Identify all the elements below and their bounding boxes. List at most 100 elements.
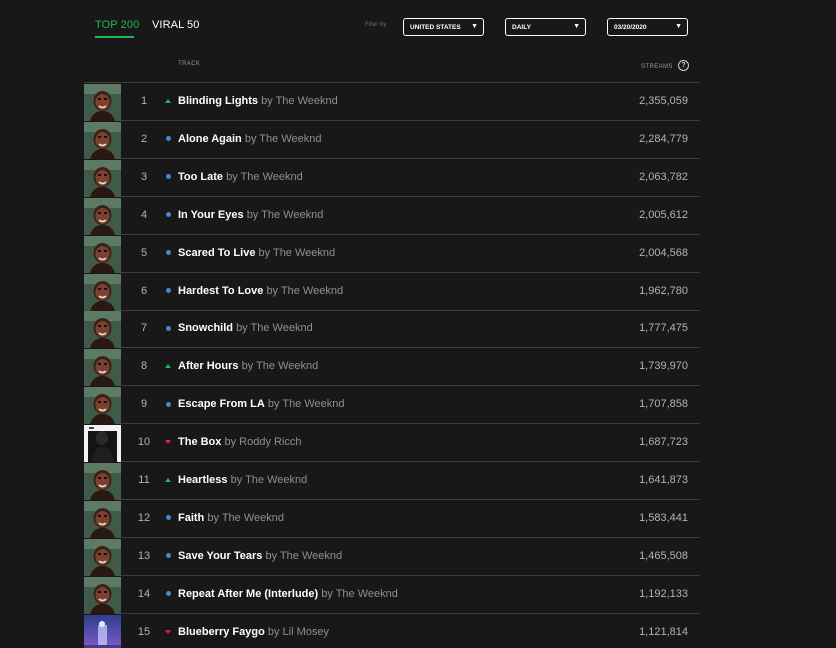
table-row[interactable]: 9 Escape From LA by The Weeknd 1,707,858 [84, 386, 700, 425]
track-info: Scared To Live by The Weeknd [178, 247, 335, 259]
table-row[interactable]: 7 Snowchild by The Weeknd 1,777,475 [84, 310, 700, 349]
album-art[interactable] [84, 84, 121, 121]
rank-number: 4 [140, 208, 148, 221]
table-row[interactable]: 10 The Box by Roddy Ricch 1,687,723 [84, 424, 700, 463]
album-art[interactable] [84, 349, 121, 387]
track-artist[interactable]: by The Weeknd [268, 398, 345, 410]
album-art[interactable] [84, 576, 121, 614]
album-art[interactable] [84, 273, 121, 311]
rank-number: 10 [137, 436, 151, 449]
stream-count: 2,005,612 [639, 208, 688, 221]
track-name[interactable]: Blinding Lights [178, 95, 258, 107]
track-name[interactable]: Hardest To Love [178, 285, 263, 297]
table-row[interactable]: 4 In Your Eyes by The Weeknd 2,005,612 [84, 197, 700, 235]
album-art[interactable] [84, 197, 121, 235]
album-art[interactable] [84, 463, 121, 500]
album-art[interactable] [84, 425, 121, 463]
chevron-down-icon: ▼ [471, 23, 478, 30]
track-name[interactable]: Too Late [178, 171, 223, 183]
track-info: The Box by Roddy Ricch [178, 436, 302, 448]
table-row[interactable]: 3 Too Late by The Weeknd 2,063,782 [84, 159, 700, 197]
track-name[interactable]: Faith [178, 512, 204, 524]
track-artist[interactable]: by The Weeknd [242, 360, 319, 372]
chevron-down-icon: ▼ [573, 23, 580, 30]
track-name[interactable]: In Your Eyes [178, 209, 244, 221]
track-artist[interactable]: by The Weeknd [259, 247, 336, 259]
track-name[interactable]: Snowchild [178, 322, 233, 334]
track-artist[interactable]: by Lil Mosey [268, 626, 329, 638]
track-artist[interactable]: by The Weeknd [226, 171, 303, 183]
frequency-dropdown[interactable]: DAILY ▼ [505, 18, 586, 36]
track-name[interactable]: Scared To Live [178, 247, 255, 259]
rank-number: 11 [138, 474, 150, 486]
no-change-dot-icon [164, 323, 172, 333]
date-dropdown[interactable]: 03/20/2020 ▼ [607, 18, 688, 36]
track-info: Snowchild by The Weeknd [178, 322, 313, 334]
track-artist[interactable]: by The Weeknd [231, 474, 308, 486]
track-artist[interactable]: by The Weeknd [321, 588, 398, 600]
no-change-dot-icon [164, 286, 172, 296]
track-artist[interactable]: by The Weeknd [265, 550, 342, 562]
track-artist[interactable]: by The Weeknd [247, 209, 324, 221]
table-row[interactable]: 12 Faith by The Weeknd 1,583,441 [84, 500, 700, 538]
track-info: Escape From LA by The Weeknd [178, 398, 345, 410]
stream-count: 1,962,780 [639, 284, 688, 297]
tab-viral-50[interactable]: VIRAL 50 [152, 19, 199, 31]
tab-top-200[interactable]: TOP 200 [95, 19, 139, 31]
album-art[interactable] [84, 121, 121, 159]
date-value: 03/20/2020 [614, 23, 647, 31]
arrow-up-icon [164, 96, 172, 106]
no-change-dot-icon [164, 551, 172, 561]
album-art[interactable] [84, 387, 121, 425]
track-artist[interactable]: by Roddy Ricch [224, 436, 301, 448]
track-artist[interactable]: by The Weeknd [207, 512, 284, 524]
info-icon[interactable]: ? [678, 60, 689, 71]
track-artist[interactable]: by The Weeknd [236, 322, 313, 334]
album-art[interactable] [84, 538, 121, 576]
track-name[interactable]: Blueberry Faygo [178, 626, 265, 638]
chevron-down-icon: ▼ [675, 23, 682, 30]
rank-number: 3 [140, 170, 148, 183]
track-name[interactable]: Alone Again [178, 133, 242, 145]
track-info: Too Late by The Weeknd [178, 171, 303, 183]
country-dropdown[interactable]: UNITED STATES ▼ [403, 18, 484, 36]
table-row[interactable]: 6 Hardest To Love by The Weeknd 1,962,780 [84, 273, 700, 311]
no-change-dot-icon [164, 399, 172, 409]
track-name[interactable]: Escape From LA [178, 398, 265, 410]
track-artist[interactable]: by The Weeknd [245, 133, 322, 145]
table-row[interactable]: 13 Save Your Tears by The Weeknd 1,465,508 [84, 538, 700, 576]
track-artist[interactable]: by The Weeknd [266, 285, 343, 297]
track-name[interactable]: The Box [178, 436, 221, 448]
stream-count: 2,355,059 [639, 95, 688, 107]
table-row[interactable]: 8 After Hours by The Weeknd 1,739,970 [84, 348, 700, 387]
table-row[interactable]: 2 Alone Again by The Weeknd 2,284,779 [84, 121, 700, 159]
track-artist[interactable]: by The Weeknd [261, 95, 338, 107]
rank-number: 14 [137, 587, 151, 600]
country-value: UNITED STATES [410, 23, 461, 31]
rank-number: 9 [140, 398, 148, 411]
table-row[interactable]: 11 Heartless by The Weeknd 1,641,873 [84, 462, 700, 500]
rank-number: 13 [137, 549, 151, 562]
album-art[interactable] [84, 311, 121, 349]
table-row[interactable]: 15 Blueberry Faygo by Lil Mosey 1,121,814 [84, 614, 700, 648]
track-name[interactable]: Repeat After Me (Interlude) [178, 588, 318, 600]
track-name[interactable]: Heartless [178, 474, 228, 486]
track-info: Repeat After Me (Interlude) by The Weekn… [178, 588, 398, 600]
album-art[interactable] [84, 159, 121, 197]
no-change-dot-icon [164, 210, 172, 220]
table-row[interactable]: 14 Repeat After Me (Interlude) by The Wee… [84, 576, 700, 614]
track-info: Hardest To Love by The Weeknd [178, 285, 343, 297]
stream-count: 2,284,779 [639, 132, 688, 145]
rank-number: 8 [140, 360, 148, 373]
table-row[interactable]: 1 Blinding Lights by The Weeknd 2,355,059 [84, 83, 700, 121]
frequency-value: DAILY [512, 23, 531, 31]
arrow-down-icon [164, 627, 172, 637]
table-row[interactable]: 5 Scared To Live by The Weeknd 2,004,568 [84, 235, 700, 273]
album-art[interactable] [84, 235, 121, 273]
track-name[interactable]: Save Your Tears [178, 550, 262, 562]
track-name[interactable]: After Hours [178, 360, 239, 372]
album-art[interactable] [84, 614, 121, 648]
stream-count: 1,641,873 [639, 474, 688, 486]
album-art[interactable] [84, 500, 121, 538]
rank-number: 6 [140, 284, 148, 297]
